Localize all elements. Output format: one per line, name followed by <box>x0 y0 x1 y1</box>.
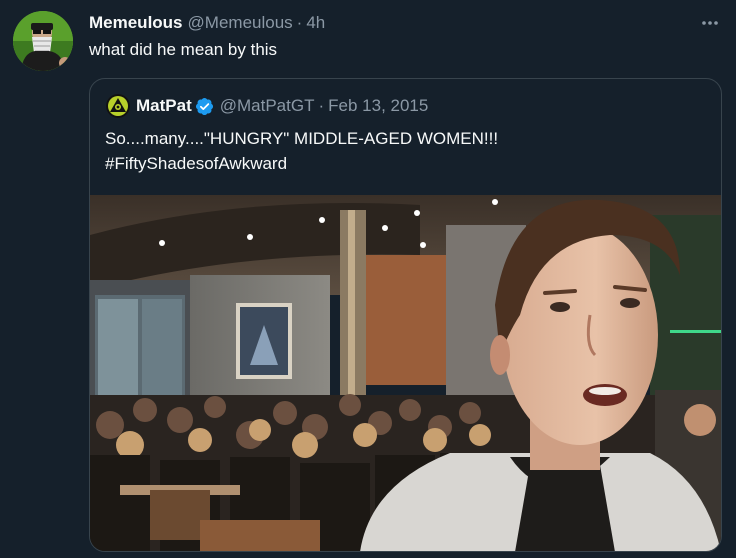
tweet[interactable]: Memeulous @Memeulous · 4h what did he me… <box>0 0 736 558</box>
quoted-author-handle: @MatPatGT <box>219 96 315 115</box>
quoted-header-separator: · <box>318 96 325 115</box>
quoted-author-display-name: MatPat <box>136 96 192 115</box>
more-options-button[interactable] <box>698 13 722 33</box>
quoted-tweet-date: Feb 13, 2015 <box>328 96 429 115</box>
quoted-tweet-header: MatPat @MatPatGT · Feb 13, 2015 <box>106 94 428 118</box>
quoted-tweet-text-line: So....many...."HUNGRY" MIDDLE-AGED WOMEN… <box>105 129 499 148</box>
quoted-tweet-photo[interactable] <box>90 195 721 551</box>
author-handle[interactable]: @Memeulous <box>188 13 293 33</box>
tweet-header: Memeulous @Memeulous · 4h <box>89 13 325 33</box>
tweet-text: what did he mean by this <box>89 40 278 59</box>
quoted-tweet-text: So....many...."HUNGRY" MIDDLE-AGED WOMEN… <box>105 126 705 176</box>
more-horizontal-icon <box>702 21 718 25</box>
author-display-name[interactable]: Memeulous <box>89 13 183 33</box>
verified-badge-icon <box>195 97 213 115</box>
quoted-tweet[interactable]: MatPat @MatPatGT · Feb 13, 2015 So....ma… <box>89 78 722 552</box>
tweet-timestamp[interactable]: 4h <box>306 13 325 33</box>
header-separator: · <box>296 13 303 32</box>
quoted-tweet-hashtag: #FiftyShadesofAwkward <box>105 154 288 173</box>
quoted-author-avatar <box>106 94 130 118</box>
author-avatar[interactable] <box>13 11 73 71</box>
